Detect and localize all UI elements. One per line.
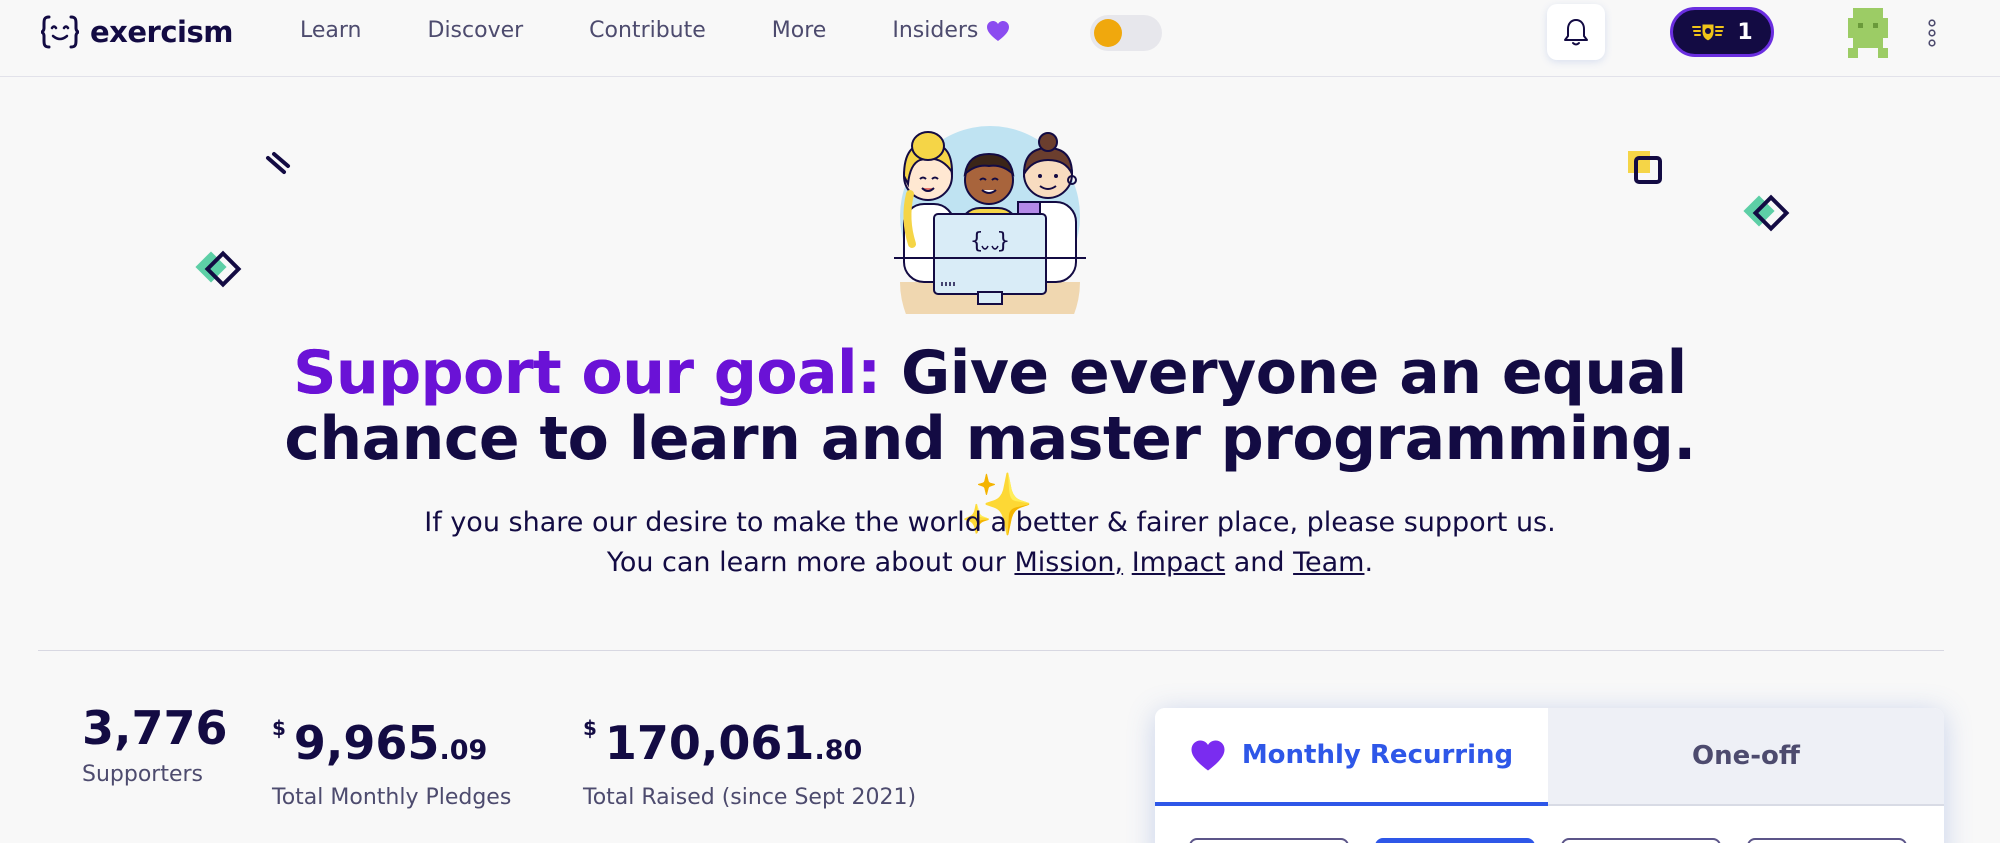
stat-monthly-pledges: $9,965.09 Total Monthly Pledges (272, 700, 511, 810)
nav-insiders[interactable]: Insiders (892, 18, 1010, 43)
monthly-currency: $ (272, 716, 286, 740)
headline-part-2: chance to learn and master programming. (284, 404, 1696, 474)
theme-toggle[interactable] (1090, 15, 1162, 51)
avatar-icon (1843, 8, 1893, 58)
total-raised-value: $170,061.80 (583, 700, 916, 779)
subtitle-and: and (1233, 547, 1285, 578)
amount-option[interactable] (1561, 838, 1721, 843)
decorative-diamond-icon (195, 250, 242, 288)
supporters-label: Supporters (82, 762, 204, 787)
heart-icon (1191, 740, 1225, 770)
tab-oneoff-label: One-off (1692, 741, 1800, 771)
hero-subtitle-line-1: If you share our desire to make the worl… (424, 507, 1556, 538)
monthly-cents: .09 (439, 735, 488, 766)
tab-monthly-recurring[interactable]: Monthly Recurring (1155, 708, 1548, 806)
top-navigation-bar: exercism Learn Discover Contribute More … (0, 0, 2000, 77)
headline-accent: Support our goal: (293, 338, 881, 408)
reputation-badge-icon (1692, 23, 1725, 42)
subtitle-period: . (1364, 547, 1374, 578)
reputation-count: 1 (1737, 19, 1753, 45)
tab-one-off[interactable]: One-off (1548, 708, 1944, 806)
headline-part-1: Give everyone an equal (901, 338, 1687, 408)
logo-wordmark: exercism (90, 15, 233, 49)
monthly-pledges-label: Total Monthly Pledges (272, 785, 512, 810)
exercism-logo-link[interactable]: exercism (40, 14, 233, 50)
raised-whole: 170,061 (604, 716, 815, 770)
mission-link[interactable]: Mission (1014, 547, 1114, 578)
nav-contribute[interactable]: Contribute (589, 18, 706, 43)
raised-currency: $ (583, 716, 597, 740)
bell-icon (1564, 19, 1588, 46)
amount-option-selected[interactable] (1375, 838, 1535, 843)
hero-subtitle-line-2: You can learn more about our Mission, Im… (250, 543, 1730, 583)
stat-total-raised: $170,061.80 Total Raised (since Sept 202… (583, 700, 916, 810)
user-avatar[interactable] (1843, 8, 1893, 58)
donation-card: Monthly Recurring One-off (1155, 708, 1944, 843)
impact-link[interactable]: Impact (1132, 547, 1225, 578)
nav-insiders-label: Insiders (892, 18, 979, 43)
subtitle-comma: , (1114, 547, 1124, 578)
team-link[interactable]: Team (1293, 547, 1364, 578)
main-nav: Learn Discover Contribute More Insiders (300, 18, 1010, 43)
decorative-diamond-icon-right (1743, 194, 1790, 232)
raised-cents: .80 (814, 735, 863, 766)
nav-discover[interactable]: Discover (428, 18, 524, 43)
amount-option[interactable] (1189, 838, 1349, 843)
section-divider (38, 650, 1944, 651)
hero-illustration: { } (894, 126, 1086, 314)
total-raised-label: Total Raised (since Sept 2021) (583, 785, 917, 810)
reputation-button[interactable]: 1 (1670, 7, 1774, 57)
more-dots-icon[interactable] (1924, 18, 1940, 48)
heart-icon (987, 20, 1010, 41)
decorative-square-icon (1628, 151, 1662, 184)
notifications-button[interactable] (1547, 4, 1605, 60)
nav-learn[interactable]: Learn (300, 18, 362, 43)
monthly-whole: 9,965 (293, 716, 440, 770)
supporters-value: 3,776 (82, 701, 228, 755)
tab-monthly-label: Monthly Recurring (1241, 740, 1514, 770)
svg-text:{ }: { } (970, 229, 1010, 254)
monthly-pledges-value: $9,965.09 (272, 700, 511, 779)
subtitle-prefix: You can learn more about our (606, 547, 1006, 578)
decorative-slash-icon (266, 152, 290, 174)
stat-supporters: 3,776 Supporters (82, 700, 228, 787)
nav-more[interactable]: More (772, 18, 827, 43)
amount-option[interactable] (1747, 838, 1907, 843)
logo-icon (40, 15, 80, 49)
theme-toggle-knob (1094, 19, 1122, 47)
